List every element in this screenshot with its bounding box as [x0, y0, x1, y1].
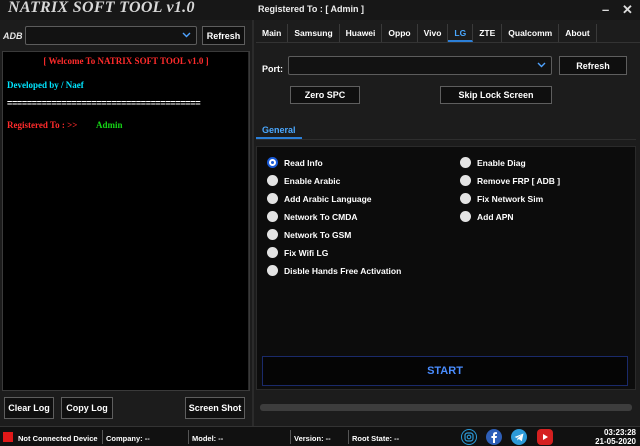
radio-button[interactable] — [267, 247, 278, 258]
progress-bar — [260, 404, 632, 411]
tabs-underline — [256, 42, 640, 43]
log-welcome: [ Welcome To NATRIX SOFT TOOL v1.0 ] — [43, 56, 209, 66]
option-remove-frp-adb[interactable]: Remove FRP [ ADB ] — [460, 175, 560, 186]
radio-button[interactable] — [267, 175, 278, 186]
radio-button[interactable] — [460, 211, 471, 222]
options-panel: Read Info Enable Arabic Add Arabic Languag… — [256, 146, 636, 390]
app-title: NATRIX SOFT TOOL v1.0 — [8, 0, 195, 16]
tab-general[interactable]: General — [256, 121, 302, 139]
option-label: Add APN — [477, 211, 514, 222]
adb-label: ADB — [3, 31, 23, 41]
device-status: Not Connected Device — [18, 434, 98, 443]
radio-button[interactable] — [267, 211, 278, 222]
option-network-to-cmda[interactable]: Network To CMDA — [267, 211, 358, 222]
tab-about[interactable]: About — [559, 24, 597, 42]
tab-vivo[interactable]: Vivo — [418, 24, 449, 42]
skip-lock-screen-button[interactable]: Skip Lock Screen — [440, 86, 552, 104]
clock-date: 21-05-2020 — [595, 437, 636, 446]
copy-log-button[interactable]: Copy Log — [61, 397, 113, 419]
sub-tab-underline — [256, 139, 636, 140]
option-network-to-gsm[interactable]: Network To GSM — [267, 229, 351, 240]
log-developed-by: Developed by / Naef — [7, 80, 84, 90]
radio-button[interactable] — [460, 175, 471, 186]
clock-time: 03:23:28 — [603, 428, 636, 437]
status-separator — [290, 430, 291, 444]
option-enable-arabic[interactable]: Enable Arabic — [267, 175, 340, 186]
option-label: Network To GSM — [284, 229, 352, 240]
option-fix-wifi-lg[interactable]: Fix Wifi LG — [267, 247, 328, 258]
option-label: Disble Hands Free Activation — [284, 265, 402, 276]
minimize-button[interactable]: – — [602, 2, 609, 17]
radio-button[interactable] — [267, 157, 278, 168]
log-panel: [ Welcome To NATRIX SOFT TOOL v1.0 ] Dev… — [2, 51, 250, 391]
chevron-down-icon — [537, 60, 546, 70]
option-label: Enable Arabic — [284, 175, 341, 186]
status-separator — [102, 430, 103, 444]
version-status: Version: -- — [294, 434, 331, 443]
option-add-apn[interactable]: Add APN — [460, 211, 514, 222]
radio-button[interactable] — [267, 193, 278, 204]
option-label: Fix Wifi LG — [284, 247, 329, 258]
status-separator — [348, 430, 349, 444]
tab-qualcomm[interactable]: Qualcomm — [502, 24, 560, 42]
tab-zte[interactable]: ZTE — [473, 24, 503, 42]
option-label: Add Arabic Language — [284, 193, 372, 204]
root-status: Root State: -- — [352, 434, 400, 443]
chevron-down-icon — [182, 30, 191, 40]
company-status: Company: -- — [106, 434, 150, 443]
zero-spc-button[interactable]: Zero SPC — [290, 86, 360, 104]
brand-tabs: Main Samsung Huawei Oppo Vivo LG ZTE Qualcomm Ab… — [256, 24, 597, 42]
log-scrollbar[interactable] — [248, 52, 249, 390]
tab-huawei[interactable]: Huawei — [340, 24, 383, 42]
tab-lg[interactable]: LG — [448, 24, 474, 42]
title-bar: NATRIX SOFT TOOL v1.0 Registered To : [ … — [0, 0, 640, 20]
start-button[interactable]: START — [262, 356, 628, 386]
option-fix-network-sim[interactable]: Fix Network Sim — [460, 193, 543, 204]
radio-button[interactable] — [460, 193, 471, 204]
panel-divider — [252, 20, 254, 426]
adb-row: ADB Refresh — [0, 24, 252, 48]
log-registered-name: Admin — [96, 120, 123, 130]
status-separator — [188, 430, 189, 444]
tab-samsung[interactable]: Samsung — [288, 24, 340, 42]
status-bar: Not Connected Device Company: -- Model: … — [0, 426, 640, 446]
option-enable-diag[interactable]: Enable Diag — [460, 157, 526, 168]
option-add-arabic-language[interactable]: Add Arabic Language — [267, 193, 372, 204]
radio-button[interactable] — [267, 229, 278, 240]
connection-status-icon — [3, 432, 13, 442]
option-disble-hands-free-activation[interactable]: Disble Hands Free Activation — [267, 265, 401, 276]
log-separator: ======================================= — [7, 98, 201, 108]
youtube-icon[interactable] — [537, 429, 553, 445]
radio-button[interactable] — [460, 157, 471, 168]
option-label: Fix Network Sim — [477, 193, 544, 204]
adb-refresh-button[interactable]: Refresh — [202, 26, 245, 45]
option-label: Enable Diag — [477, 157, 526, 168]
radio-button[interactable] — [267, 265, 278, 276]
port-select[interactable] — [288, 56, 552, 75]
close-button[interactable]: ✕ — [622, 2, 633, 18]
tab-oppo[interactable]: Oppo — [382, 24, 418, 42]
clock: 03:23:28 21-05-2020 — [595, 428, 636, 446]
option-label: Read Info — [284, 157, 323, 168]
port-label: Port: — [262, 64, 283, 74]
option-read-info[interactable]: Read Info — [267, 157, 323, 168]
log-registered-to: Registered To : >> — [7, 120, 78, 130]
clear-log-button[interactable]: Clear Log — [4, 397, 54, 419]
model-status: Model: -- — [192, 434, 224, 443]
screen-shot-button[interactable]: Screen Shot — [185, 397, 245, 419]
port-refresh-button[interactable]: Refresh — [559, 56, 627, 75]
registered-title: Registered To : [ Admin ] — [258, 4, 365, 14]
option-label: Network To CMDA — [284, 211, 358, 222]
instagram-icon[interactable] — [461, 429, 477, 445]
adb-select[interactable] — [25, 26, 197, 45]
tab-main[interactable]: Main — [256, 24, 289, 42]
facebook-icon[interactable] — [486, 429, 502, 445]
option-label: Remove FRP [ ADB ] — [477, 175, 561, 186]
telegram-icon[interactable] — [511, 429, 527, 445]
